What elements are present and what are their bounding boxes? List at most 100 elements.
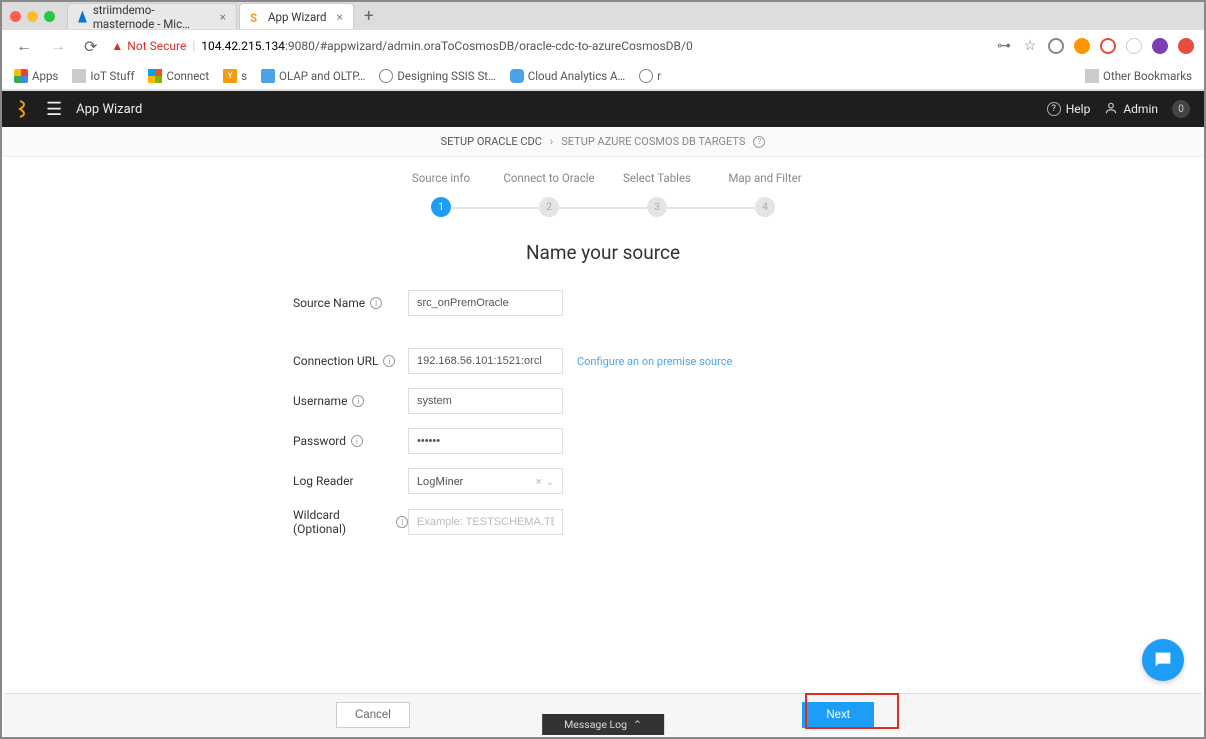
tab-title: striimdemo-masternode - Mic… bbox=[93, 3, 210, 31]
url-text: 104.42.215.134:9080/#appwizard/admin.ora… bbox=[201, 39, 692, 53]
window-controls[interactable] bbox=[10, 11, 55, 22]
source-form: Source Name i Connection URL i Configure a… bbox=[233, 290, 973, 536]
message-log-toggle[interactable]: Message Log ⌃ bbox=[542, 714, 664, 735]
cancel-button[interactable]: Cancel bbox=[336, 702, 410, 728]
wildcard-label: Wildcard (Optional) bbox=[293, 508, 391, 536]
chevron-right-icon: › bbox=[550, 135, 553, 148]
star-icon[interactable]: ☆ bbox=[1022, 38, 1038, 54]
log-reader-label: Log Reader bbox=[293, 474, 354, 488]
step-connect-oracle[interactable]: Connect to Oracle 2 bbox=[495, 171, 603, 217]
extension-5-icon[interactable] bbox=[1178, 38, 1194, 54]
folder-icon bbox=[1085, 69, 1099, 83]
security-indicator[interactable]: ▲ Not Secure bbox=[111, 39, 186, 53]
bookmarks-bar: Apps IoT Stuff Connect Ys OLAP and OLTP…… bbox=[2, 62, 1204, 90]
step-source-info[interactable]: Source info 1 bbox=[387, 171, 495, 217]
back-nav-icon[interactable]: ← bbox=[12, 34, 36, 58]
extension-3-icon[interactable] bbox=[1100, 38, 1116, 54]
info-icon[interactable]: i bbox=[383, 355, 395, 367]
minimize-window-icon[interactable] bbox=[27, 11, 38, 22]
clear-select-icon[interactable]: × bbox=[536, 475, 542, 488]
step-map-filter[interactable]: Map and Filter 4 bbox=[711, 171, 819, 217]
extension-4-icon[interactable] bbox=[1126, 38, 1142, 54]
bookmark-r[interactable]: r bbox=[639, 69, 661, 83]
configure-source-link[interactable]: Configure an on premise source bbox=[577, 355, 732, 368]
info-icon[interactable]: i bbox=[396, 516, 408, 528]
url-field[interactable]: ▲ Not Secure | 104.42.215.134:9080/#appw… bbox=[111, 39, 986, 53]
info-icon[interactable]: i bbox=[351, 435, 363, 447]
app-title: App Wizard bbox=[76, 102, 142, 117]
form-title: Name your source bbox=[2, 241, 1204, 264]
tab-title: App Wizard bbox=[268, 10, 327, 24]
profile-icon[interactable] bbox=[1152, 38, 1168, 54]
breadcrumb-step2[interactable]: SETUP AZURE COSMOS DB TARGETS bbox=[561, 135, 745, 148]
chevron-down-icon[interactable]: ⌄ bbox=[546, 477, 554, 488]
info-icon[interactable]: i bbox=[352, 395, 364, 407]
log-reader-value: LogMiner bbox=[417, 475, 463, 488]
wizard-stepper: Source info 1 Connect to Oracle 2 Select… bbox=[2, 171, 1204, 217]
bookmark-ssis[interactable]: Designing SSIS St… bbox=[379, 69, 495, 83]
globe-icon bbox=[379, 69, 393, 83]
apps-grid-icon bbox=[14, 69, 28, 83]
extension-1-icon[interactable] bbox=[1048, 38, 1064, 54]
azure-icon bbox=[78, 11, 87, 23]
other-bookmarks[interactable]: Other Bookmarks bbox=[1085, 69, 1192, 83]
bookmark-connect[interactable]: Connect bbox=[148, 69, 209, 83]
page-icon bbox=[261, 69, 275, 83]
username-input[interactable] bbox=[408, 388, 563, 414]
globe-icon bbox=[639, 69, 653, 83]
browser-chrome: striimdemo-masternode - Mic… × S App Wiz… bbox=[2, 2, 1204, 91]
password-input[interactable] bbox=[408, 428, 563, 454]
intercom-chat-button[interactable] bbox=[1142, 639, 1184, 681]
password-label: Password bbox=[293, 434, 346, 448]
bookmark-cloud[interactable]: Cloud Analytics A… bbox=[510, 69, 625, 83]
source-name-input[interactable] bbox=[408, 290, 563, 316]
warning-icon: ▲ bbox=[111, 39, 123, 53]
address-bar-actions: ⊶ ☆ bbox=[996, 38, 1194, 54]
app-header: ☰ App Wizard ? Help Admin 0 bbox=[2, 91, 1204, 127]
bookmark-ys[interactable]: Ys bbox=[223, 69, 247, 83]
striim-icon: S bbox=[250, 11, 262, 23]
extension-2-icon[interactable] bbox=[1074, 38, 1090, 54]
help-icon: ? bbox=[1047, 102, 1061, 116]
info-icon[interactable]: i bbox=[370, 297, 382, 309]
help-button[interactable]: ? Help bbox=[1047, 102, 1091, 116]
breadcrumb-step1[interactable]: SETUP ORACLE CDC bbox=[441, 135, 542, 148]
notification-count[interactable]: 0 bbox=[1172, 100, 1190, 118]
striim-logo-icon[interactable] bbox=[16, 99, 32, 119]
maximize-window-icon[interactable] bbox=[44, 11, 55, 22]
reload-icon[interactable]: ⟳ bbox=[80, 35, 101, 58]
browser-tab-2[interactable]: S App Wizard × bbox=[239, 3, 354, 29]
new-tab-button[interactable]: + bbox=[356, 6, 382, 26]
info-icon[interactable]: ? bbox=[753, 136, 765, 148]
wildcard-input[interactable] bbox=[408, 509, 563, 535]
next-button[interactable]: Next bbox=[802, 702, 874, 728]
source-name-label: Source Name bbox=[293, 296, 365, 310]
menu-icon[interactable]: ☰ bbox=[46, 99, 62, 120]
folder-icon bbox=[72, 69, 86, 83]
cloud-icon bbox=[510, 69, 524, 83]
tab-strip: striimdemo-masternode - Mic… × S App Wiz… bbox=[2, 2, 1204, 30]
wizard-content: Source info 1 Connect to Oracle 2 Select… bbox=[2, 157, 1204, 696]
close-window-icon[interactable] bbox=[10, 11, 21, 22]
step-select-tables[interactable]: Select Tables 3 bbox=[603, 171, 711, 217]
chat-icon bbox=[1152, 649, 1174, 671]
wizard-footer: Cancel Back Next Message Log ⌃ bbox=[4, 693, 1202, 735]
browser-tab-1[interactable]: striimdemo-masternode - Mic… × bbox=[67, 3, 237, 29]
close-tab-icon[interactable]: × bbox=[220, 10, 226, 24]
bookmark-iot[interactable]: IoT Stuff bbox=[72, 69, 134, 83]
forward-nav-icon[interactable]: → bbox=[46, 34, 70, 58]
not-secure-label: Not Secure bbox=[127, 39, 186, 53]
wizard-breadcrumb: SETUP ORACLE CDC › SETUP AZURE COSMOS DB… bbox=[2, 127, 1204, 157]
connection-url-label: Connection URL bbox=[293, 354, 378, 368]
key-icon[interactable]: ⊶ bbox=[996, 38, 1012, 54]
ms-icon bbox=[148, 69, 162, 83]
connection-url-input[interactable] bbox=[408, 348, 563, 374]
bookmark-olap[interactable]: OLAP and OLTP… bbox=[261, 69, 365, 83]
close-tab-icon[interactable]: × bbox=[337, 10, 343, 24]
address-bar: ← → ⟳ ▲ Not Secure | 104.42.215.134:9080… bbox=[2, 30, 1204, 62]
username-label: Username bbox=[293, 394, 347, 408]
admin-menu[interactable]: Admin bbox=[1104, 101, 1158, 118]
log-reader-select[interactable]: LogMiner × ⌄ bbox=[408, 468, 563, 494]
chevron-up-icon: ⌃ bbox=[633, 718, 642, 731]
apps-bookmark[interactable]: Apps bbox=[14, 69, 58, 83]
